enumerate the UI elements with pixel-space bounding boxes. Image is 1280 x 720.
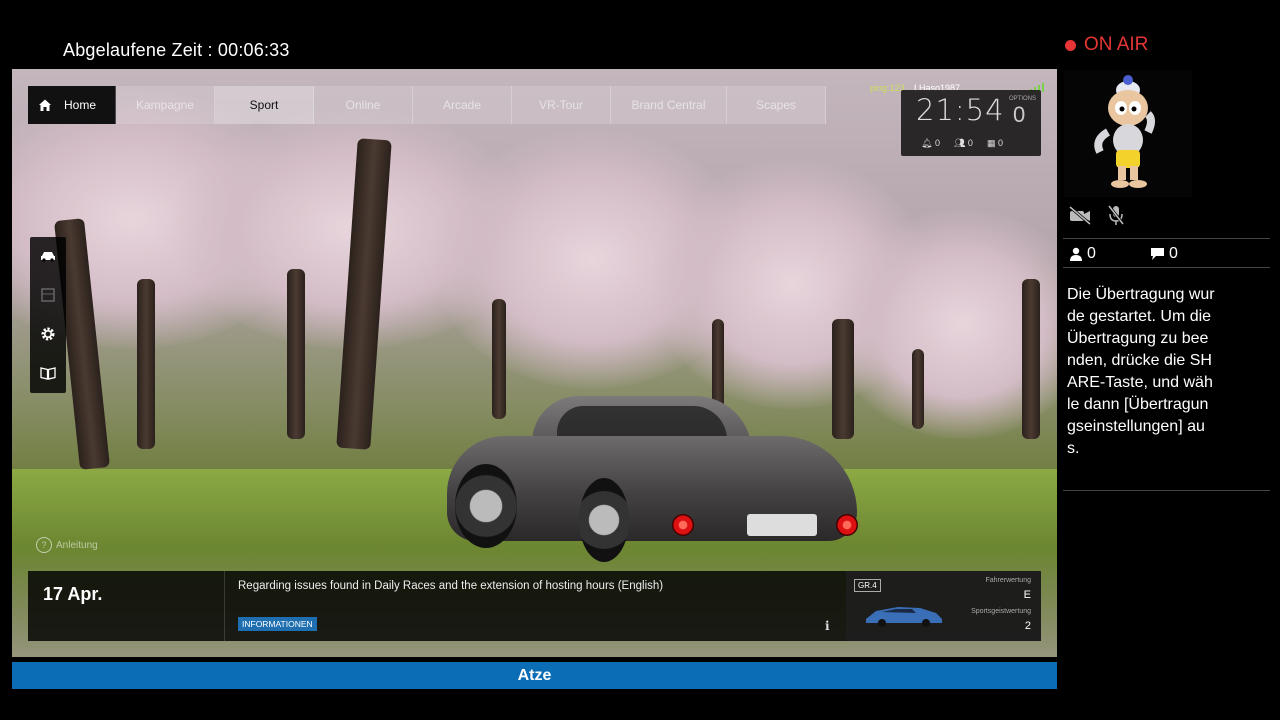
calendar-count: 0 <box>997 138 1003 148</box>
panel-divider <box>1063 490 1270 491</box>
sportsmanship-value: 2 <box>1024 620 1031 632</box>
manual-book-icon[interactable] <box>39 364 57 382</box>
on-air-label: ON AIR <box>1084 34 1149 55</box>
help-icon: ? <box>36 537 52 553</box>
friends-status[interactable]: 👥︎ 0 <box>954 138 973 149</box>
panel-divider <box>1063 267 1270 268</box>
tab-vr-tour[interactable]: VR-Tour <box>512 86 611 124</box>
avatar <box>1064 70 1192 197</box>
car-wheel <box>455 464 517 548</box>
tab-online[interactable]: Online <box>314 86 413 124</box>
car-wheel <box>579 478 629 562</box>
viewer-count: 0 <box>1069 245 1096 263</box>
elapsed-time: Abgelaufene Zeit : 00:06:33 <box>63 40 290 60</box>
race-car-icon <box>866 607 942 627</box>
driver-rating-label: Fahrerwertung <box>985 577 1031 584</box>
driver-rating-value: E <box>1023 589 1031 601</box>
tree-trunk <box>137 279 155 449</box>
hud-status-row: 🔔︎ 0 👥︎ 0 ▦ 0 <box>921 138 1003 149</box>
car-taillight <box>836 514 858 536</box>
lotus-car <box>447 396 858 566</box>
broadcast-title-bar: Atze <box>12 662 1057 689</box>
panel-divider <box>1063 238 1270 239</box>
tree-trunk <box>1022 279 1040 439</box>
guide-label: Anleitung <box>56 539 98 551</box>
monkey-mascot-icon <box>1094 75 1155 188</box>
game-screen: Home Kampagne Sport Online Arcade VR-Tou… <box>12 69 1057 657</box>
garage-icon[interactable] <box>39 286 57 304</box>
news-divider <box>224 571 225 641</box>
settings-gear-icon[interactable] <box>39 325 57 343</box>
news-date: 17 Apr. <box>43 584 103 604</box>
friends-icon: 👥︎ <box>953 138 966 148</box>
live-dot-icon <box>1065 39 1076 51</box>
comment-count: 0 <box>1150 245 1178 263</box>
news-category-badge: INFORMATIONEN <box>238 617 317 631</box>
tab-home-label: Home <box>64 98 97 112</box>
clock-time: 21:54 <box>916 93 1005 127</box>
quick-menu-sidebar <box>30 237 66 393</box>
news-headline[interactable]: Regarding issues found in Daily Races an… <box>238 580 663 592</box>
gr-class-tag: GR.4 <box>854 579 881 592</box>
sportsmanship-label: Sportsgeistwertung <box>971 608 1031 615</box>
comment-count-value: 0 <box>1169 245 1178 262</box>
clock-extra: 0 <box>1013 102 1026 127</box>
main-menu: Home Kampagne Sport Online Arcade VR-Tou… <box>28 86 826 124</box>
person-icon <box>1070 247 1082 261</box>
home-icon <box>39 99 51 111</box>
driver-profile-panel[interactable]: GR.4 Fahrerwertung E Sportsgeistwertung … <box>846 571 1041 641</box>
tree-trunk <box>287 269 305 439</box>
tab-brand-central[interactable]: Brand Central <box>611 86 727 124</box>
bell-icon: 🔔︎ <box>921 138 933 148</box>
tab-sport[interactable]: Sport <box>215 86 314 124</box>
tab-kampagne[interactable]: Kampagne <box>116 86 215 124</box>
speech-bubble-icon <box>1151 248 1164 260</box>
broadcast-status-message: Die Übertragung wurde gestartet. Um die … <box>1067 286 1215 457</box>
notifications-count: 0 <box>934 138 940 148</box>
car-license-plate <box>747 514 817 536</box>
tab-scapes[interactable]: Scapes <box>727 86 826 124</box>
viewer-count-value: 0 <box>1087 245 1096 262</box>
calendar-icon: ▦ <box>986 138 996 148</box>
tree-trunk <box>912 349 924 429</box>
microphone-off-icon[interactable] <box>1106 204 1126 226</box>
news-ticker[interactable]: 17 Apr. Regarding issues found in Daily … <box>28 571 1041 641</box>
car-icon[interactable] <box>39 247 57 265</box>
info-icon[interactable]: i <box>825 619 830 633</box>
notifications-status[interactable]: 🔔︎ 0 <box>921 138 940 149</box>
guide-hint[interactable]: ? Anleitung <box>36 537 98 553</box>
tab-arcade[interactable]: Arcade <box>413 86 512 124</box>
ping-indicator: ping:123 <box>870 83 905 93</box>
calendar-status[interactable]: ▦ 0 <box>987 138 1003 149</box>
car-taillight <box>672 514 694 536</box>
tab-home[interactable]: Home <box>28 86 116 124</box>
hud-clock-panel: 21:54 OPTIONS 0 🔔︎ 0 👥︎ 0 ▦ 0 <box>901 90 1041 156</box>
friends-count: 0 <box>967 138 973 148</box>
on-air-indicator: ON AIR <box>1065 34 1148 56</box>
camera-off-icon[interactable] <box>1068 205 1092 225</box>
